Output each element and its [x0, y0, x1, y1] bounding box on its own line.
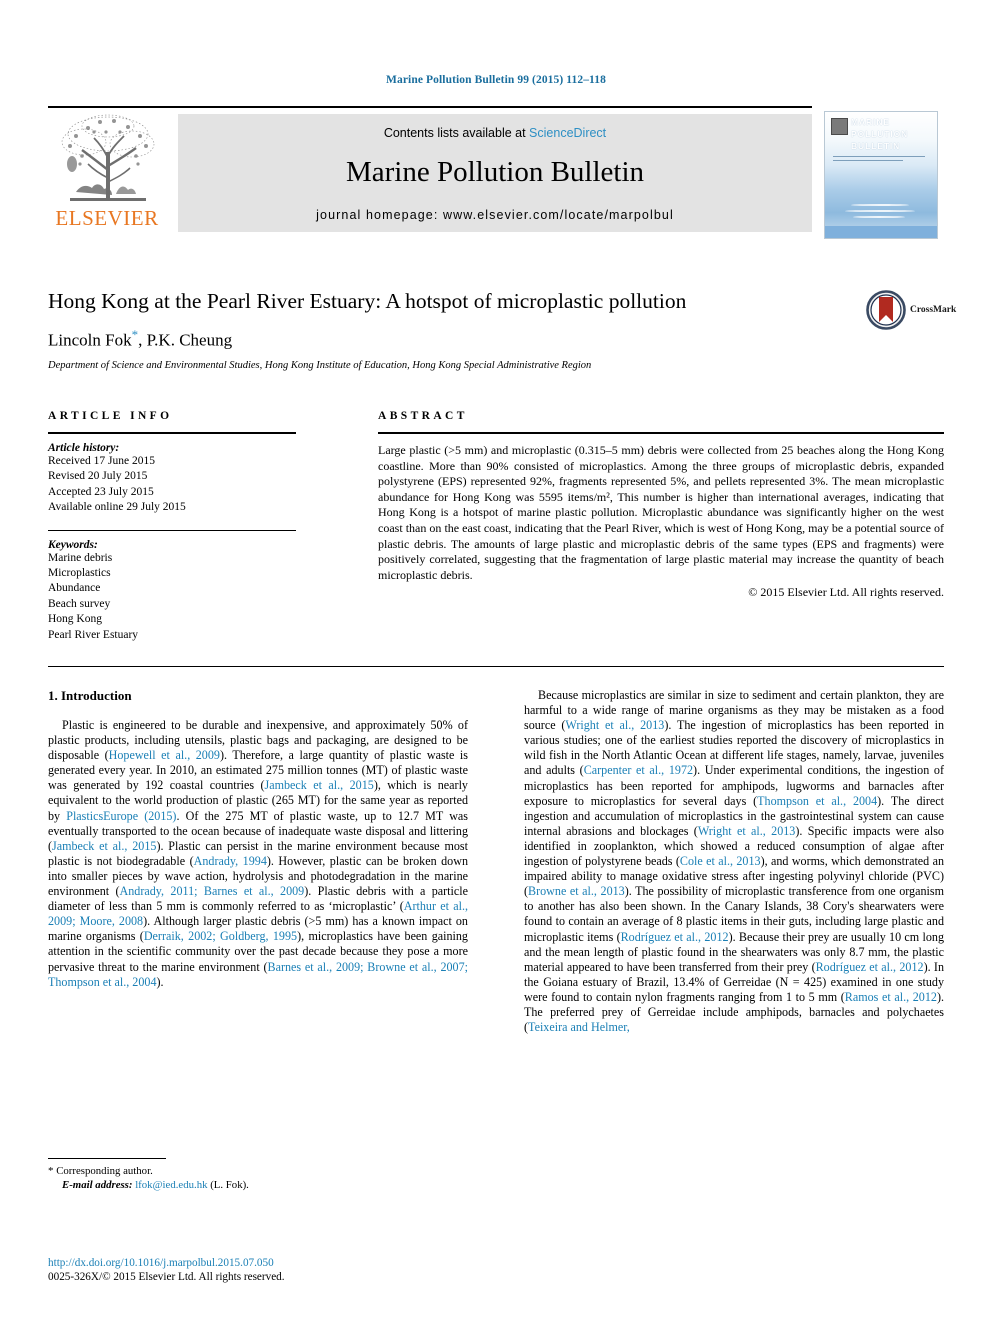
citation-link[interactable]: PlasticsEurope (2015): [66, 809, 176, 823]
body-divider: [48, 666, 944, 667]
citation-link[interactable]: Andrady, 1994: [194, 854, 267, 868]
contents-available-line: Contents lists available at ScienceDirec…: [178, 126, 812, 140]
section-heading-introduction: 1. Introduction: [48, 688, 132, 703]
corresponding-author-footnote: * Corresponding author. E-mail address: …: [48, 1158, 468, 1192]
title-block: Hong Kong at the Pearl River Estuary: A …: [48, 288, 956, 371]
footnote-rule: [48, 1158, 166, 1159]
cover-title-line-1: MARINE: [851, 117, 890, 127]
history-item: Accepted 23 July 2015: [48, 485, 154, 498]
article-history-label: Article history:: [48, 442, 120, 454]
keyword-item: Abundance: [48, 582, 101, 595]
cover-title-line-2: POLLUTION: [851, 129, 909, 139]
author-primary: Lincoln Fok: [48, 330, 132, 350]
cover-rule-1: [833, 156, 925, 157]
article-info-heading: ARTICLE INFO: [48, 410, 173, 422]
history-item: Received 17 June 2015: [48, 455, 155, 467]
citation-link[interactable]: Rodríguez et al., 2012: [816, 960, 924, 974]
citation-link[interactable]: Wright et al., 2013: [698, 824, 796, 838]
footnote-corresponding: * Corresponding author.: [48, 1164, 468, 1178]
email-link[interactable]: lfok@ied.edu.hk: [135, 1179, 207, 1191]
history-item: Revised 20 July 2015: [48, 470, 148, 483]
citation-link[interactable]: Ramos et al., 2012: [845, 990, 937, 1004]
cover-emblem-icon: [831, 118, 848, 135]
keywords-divider: [48, 529, 296, 531]
sciencedirect-link[interactable]: ScienceDirect: [529, 126, 606, 140]
abstract-text: Large plastic (>5 mm) and microplastic (…: [378, 443, 944, 582]
author-affiliation: Department of Science and Environmental …: [48, 359, 592, 371]
footnote-email-suffix: (L. Fok).: [207, 1179, 249, 1191]
citation-link[interactable]: Wright et al., 2013: [565, 718, 664, 732]
running-head: Marine Pollution Bulletin 99 (2015) 112–…: [386, 74, 606, 86]
author-list: Lincoln Fok*, P.K. Cheung: [48, 327, 944, 351]
abstract-heading: ABSTRACT: [378, 410, 468, 422]
paper-page: Marine Pollution Bulletin 99 (2015) 112–…: [0, 0, 992, 1323]
abstract-rule: [378, 432, 944, 434]
masthead-top-rule: [48, 106, 812, 108]
elsevier-tree-icon: [61, 114, 155, 201]
text-run: ).: [156, 974, 164, 989]
cover-wave-1: [851, 204, 909, 206]
cover-rule-2: [833, 160, 903, 161]
crossmark-badge[interactable]: CrossMark: [866, 290, 992, 332]
elsevier-logo: ELSEVIER: [48, 112, 166, 232]
article-info-column: ARTICLE INFO Article history: Received 1…: [48, 410, 296, 643]
cover-wave-2: [845, 210, 915, 212]
footnote-corresponding-text: Corresponding author.: [56, 1165, 153, 1177]
paragraph-intro-right: Because microplastics are similar in siz…: [524, 688, 944, 1035]
author-secondary: , P.K. Cheung: [138, 330, 233, 350]
citation-link[interactable]: Thompson et al., 2004: [757, 794, 877, 808]
paragraph-intro-left: Plastic is engineered to be durable and …: [48, 718, 468, 990]
contents-prefix: Contents lists available at: [383, 126, 530, 140]
citation-link[interactable]: Andrady, 2011; Barnes et al., 2009: [120, 884, 305, 898]
citation-link[interactable]: Browne et al., 2013: [528, 884, 625, 898]
body-column-left: 1. Introduction Plastic is engineered to…: [48, 688, 468, 990]
journal-cover-thumbnail: MARINE POLLUTION BULLETIN: [824, 111, 938, 239]
abstract-column: ABSTRACT Large plastic (>5 mm) and micro…: [378, 410, 944, 600]
journal-title: Marine Pollution Bulletin: [345, 156, 645, 188]
citation-link[interactable]: Rodríguez et al., 2012: [621, 930, 729, 944]
keyword-item: Beach survey: [48, 597, 111, 610]
crossmark-label: CrossMark: [910, 305, 957, 315]
citation-link[interactable]: Jambeck et al., 2015: [52, 839, 156, 853]
keyword-item: Microplastics: [48, 567, 111, 580]
keyword-item: Hong Kong: [48, 613, 102, 626]
page-footer: http://dx.doi.org/10.1016/j.marpolbul.20…: [48, 1256, 478, 1284]
doi-link[interactable]: http://dx.doi.org/10.1016/j.marpolbul.20…: [48, 1256, 478, 1270]
citation-link[interactable]: Hopewell et al., 2009: [109, 748, 220, 762]
journal-homepage[interactable]: journal homepage: www.elsevier.com/locat…: [178, 208, 812, 222]
abstract-copyright: © 2015 Elsevier Ltd. All rights reserved…: [748, 585, 944, 600]
journal-masthead: ELSEVIER Contents lists available at Sci…: [48, 106, 944, 239]
cover-title-line-3: BULLETIN: [851, 141, 901, 151]
citation-link[interactable]: Cole et al., 2013: [680, 854, 761, 868]
history-item: Available online 29 July 2015: [48, 501, 186, 514]
citation-link[interactable]: Derraik, 2002; Goldberg, 1995: [144, 929, 297, 943]
issn-copyright: 0025-326X/© 2015 Elsevier Ltd. All right…: [48, 1271, 285, 1283]
footnote-email-line: E-mail address: lfok@ied.edu.hk (L. Fok)…: [48, 1178, 468, 1192]
citation-link[interactable]: Jambeck et al., 2015: [265, 778, 374, 792]
page-title: Hong Kong at the Pearl River Estuary: A …: [48, 289, 687, 313]
article-info-rule: [48, 432, 296, 434]
journal-banner: Contents lists available at ScienceDirec…: [178, 114, 812, 232]
keyword-item: Marine debris: [48, 551, 113, 564]
body-column-right: Because microplastics are similar in siz…: [524, 688, 944, 1035]
keyword-item: Pearl River Estuary: [48, 628, 139, 641]
cover-bottom-band: [825, 226, 937, 238]
footnote-star-marker: *: [48, 1165, 54, 1177]
footnote-email-label: E-mail address:: [62, 1179, 133, 1191]
keywords-label: Keywords:: [48, 538, 98, 551]
cover-wave-3: [853, 216, 905, 218]
citation-link[interactable]: Carpenter et al., 1972: [584, 763, 693, 777]
crossmark-icon: [866, 290, 906, 330]
elsevier-wordmark: ELSEVIER: [55, 206, 159, 230]
citation-link[interactable]: Teixeira and Helmer,: [528, 1020, 630, 1034]
